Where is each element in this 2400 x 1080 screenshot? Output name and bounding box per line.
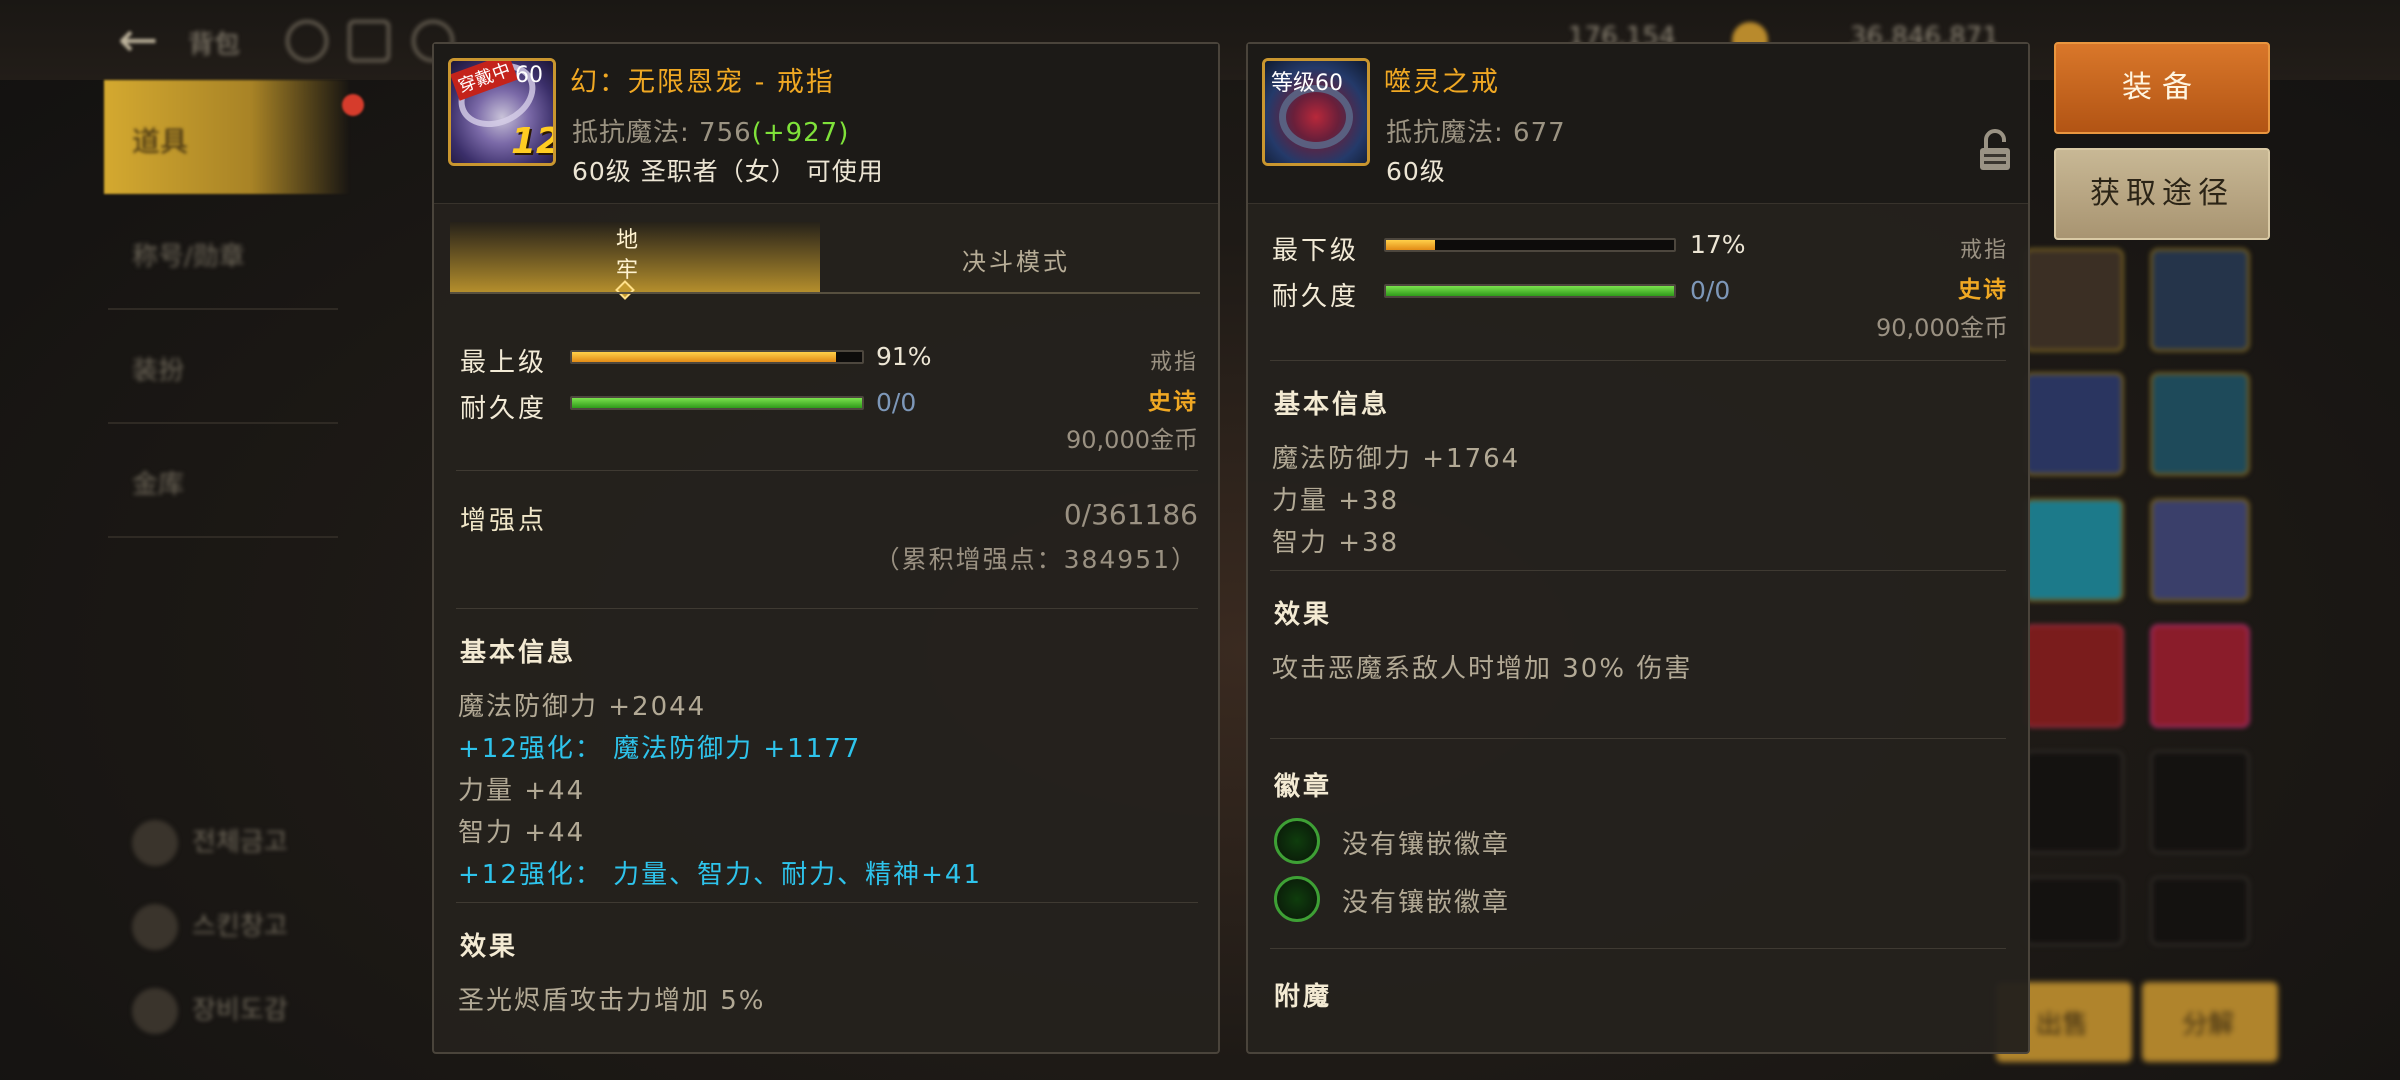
equipped-item-name: 幻：无限恩宠 - 戒指 — [570, 67, 835, 98]
item-type: 戒指 — [1149, 350, 1198, 375]
codex-icon — [132, 988, 178, 1034]
compare-resist-stat: 抵抗魔法: 677 — [1386, 118, 1566, 148]
stat-line: 力量 +38 — [1272, 486, 1400, 516]
grade-value: 91% — [876, 342, 932, 371]
compare-grade-value: 17% — [1690, 230, 1746, 259]
divider — [456, 902, 1198, 903]
divider — [1270, 948, 2006, 949]
emblem-title: 徽章 — [1274, 772, 1333, 802]
sidebar-bottom-item-codex[interactable]: 장비도감 — [132, 988, 352, 1040]
inventory-slot[interactable] — [2150, 248, 2250, 352]
emblem-slot-text: 没有镶嵌徽章 — [1342, 830, 1511, 860]
equipped-ring-icon: 穿戴中 60 12 — [448, 58, 556, 166]
enhance-level: 12 — [511, 121, 553, 162]
back-arrow-icon[interactable]: ← — [118, 14, 170, 66]
compare-ring-icon: 等级60 — [1262, 58, 1370, 166]
equip-button[interactable]: 装备 — [2054, 42, 2270, 134]
accumulated-enhance-points: （累积增强点：384951） — [874, 545, 1198, 574]
emblem-slot-text: 没有镶嵌徽章 — [1342, 888, 1511, 918]
inventory-slot[interactable] — [2150, 372, 2250, 476]
compare-durability-label: 耐久度 — [1272, 282, 1360, 312]
inventory-slot-empty[interactable] — [2024, 876, 2124, 946]
emblem-slot-icon[interactable] — [1274, 818, 1320, 864]
inventory-slot[interactable] — [2024, 498, 2124, 602]
item-rarity: 史诗 — [1148, 389, 1198, 415]
lock-icon[interactable] — [1978, 128, 2012, 172]
inventory-slot-empty[interactable] — [2150, 876, 2250, 946]
effect-text: 圣光烬盾攻击力增加 5% — [458, 986, 766, 1016]
disassemble-button[interactable]: 分解 — [2142, 982, 2278, 1062]
sidebar-item-items-label: 道具 — [132, 125, 189, 158]
divider — [1270, 570, 2006, 571]
compare-level-requirement: 60级 — [1386, 157, 1446, 186]
sidebar-item-titles[interactable]: 称号/勋章 — [132, 236, 332, 273]
divider — [1270, 738, 2006, 739]
enhance-stat-line: +12强化： 魔法防御力 +1177 — [458, 734, 862, 764]
tab-underline — [450, 292, 1200, 294]
stat-line: 魔法防御力 +1764 — [1272, 444, 1521, 474]
durability-bar — [570, 396, 864, 410]
storage-icon — [132, 820, 178, 866]
compare-grade-label: 最下级 — [1272, 236, 1360, 266]
divider — [456, 608, 1198, 609]
stat-line: 力量 +44 — [458, 776, 586, 806]
effect-title: 效果 — [460, 932, 519, 962]
enhance-stat-line: +12强化： 力量、智力、耐力、精神+41 — [458, 860, 983, 890]
tab-duel-mode[interactable]: 决斗模式 — [962, 242, 1070, 277]
inventory-slot[interactable] — [2150, 498, 2250, 602]
grade-label: 最上级 — [460, 348, 548, 378]
inventory-slot[interactable] — [2024, 372, 2124, 476]
compare-durability-value: 0/0 — [1690, 276, 1731, 305]
compare-durability-bar — [1384, 284, 1676, 298]
inventory-slot[interactable] — [2150, 624, 2250, 728]
background-title: 背包 — [188, 30, 241, 60]
emblem-slot-icon[interactable] — [1274, 876, 1320, 922]
sidebar-divider — [108, 536, 338, 538]
compare-effect-text: 攻击恶魔系敌人时增加 30% 伤害 — [1272, 654, 1693, 684]
help-icon[interactable] — [286, 20, 328, 62]
menu-icon[interactable] — [348, 20, 390, 62]
divider — [1270, 360, 2006, 361]
sidebar-divider — [108, 308, 338, 310]
notification-dot — [342, 94, 364, 116]
enhance-points-value: 0/361186 — [1063, 498, 1198, 531]
stat-line: 智力 +38 — [1272, 528, 1400, 558]
enhance-points-label: 增强点 — [460, 506, 548, 536]
icon-level: 等级60 — [1271, 71, 1343, 96]
compare-item-name: 噬灵之戒 — [1384, 67, 1500, 98]
divider — [456, 470, 1198, 471]
equipped-level-requirement: 60级 圣职者（女） 可使用 — [572, 157, 884, 186]
durability-value: 0/0 — [876, 388, 917, 417]
enchant-title: 附魔 — [1274, 982, 1333, 1012]
inventory-slot[interactable] — [2024, 624, 2124, 728]
durability-label: 耐久度 — [460, 394, 548, 424]
sidebar-item-vault[interactable]: 金库 — [132, 464, 332, 501]
sidebar-bottom-item-skin[interactable]: 스킨창고 — [132, 904, 352, 956]
stat-line: 魔法防御力 +2044 — [458, 692, 707, 722]
acquisition-source-button[interactable]: 获取途径 — [2054, 148, 2270, 240]
compare-item-price: 90,000金币 — [1876, 314, 2008, 342]
compare-effect-title: 效果 — [1274, 600, 1333, 630]
icon-level: 60 — [515, 63, 543, 88]
sidebar-divider — [108, 422, 338, 424]
sidebar-bottom-item-storage[interactable]: 전체금고 — [132, 820, 352, 872]
inventory-slot-empty[interactable] — [2150, 750, 2250, 854]
tab-dungeon-label: 地牢 — [615, 228, 638, 283]
grade-bar — [570, 350, 864, 364]
equipped-resist-stat: 抵抗魔法: 756(+927) — [572, 118, 850, 148]
item-price: 90,000金币 — [1066, 426, 1198, 454]
compare-grade-bar — [1384, 238, 1676, 252]
basic-info-title: 基本信息 — [460, 638, 577, 668]
compare-item-type: 戒指 — [1959, 238, 2008, 263]
inventory-slot[interactable] — [2024, 248, 2124, 352]
compare-item-rarity: 史诗 — [1958, 277, 2008, 303]
compare-basic-info-title: 基本信息 — [1274, 390, 1391, 420]
inventory-slot-empty[interactable] — [2024, 750, 2124, 854]
skin-icon — [132, 904, 178, 950]
stat-line: 智力 +44 — [458, 818, 586, 848]
sidebar-item-avatar[interactable]: 装扮 — [132, 350, 332, 387]
